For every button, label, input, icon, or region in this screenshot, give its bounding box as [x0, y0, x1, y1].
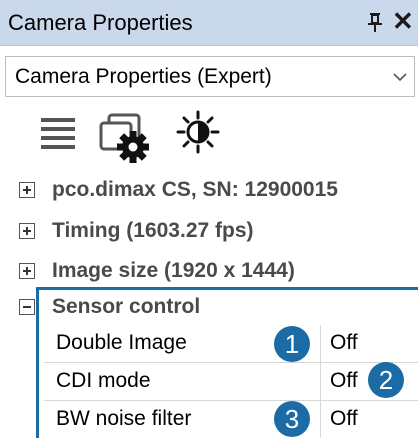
property-row-cdi-mode[interactable]: CDI mode Off	[44, 363, 418, 401]
property-row-double-image[interactable]: Double Image Off	[44, 325, 418, 363]
property-value[interactable]: Off	[330, 369, 358, 393]
tree-group-timing[interactable]: Timing (1603.27 fps)	[0, 214, 418, 248]
property-name: Double Image	[56, 331, 187, 354]
expand-icon[interactable]	[19, 223, 35, 239]
properties-view-value: Camera Properties (Expert)	[15, 65, 272, 88]
expand-icon[interactable]	[19, 263, 35, 279]
tree-group-label: pco.dimax CS, SN: 12900015	[52, 178, 338, 201]
pin-icon[interactable]	[366, 11, 384, 33]
camera-settings-icon[interactable]	[97, 111, 153, 163]
callout-badge-2: 2	[368, 362, 404, 398]
panel-title: Camera Properties	[8, 10, 193, 35]
collapse-icon[interactable]	[19, 299, 35, 315]
tree-group-label: Image size (1920 x 1444)	[52, 259, 295, 282]
property-name: CDI mode	[56, 369, 151, 392]
callout-badge-1: 1	[274, 326, 310, 362]
tree-group-camera[interactable]: pco.dimax CS, SN: 12900015	[0, 173, 418, 207]
close-icon[interactable]: ✕	[392, 6, 414, 36]
expand-icon[interactable]	[19, 182, 35, 198]
callout-badge-3: 3	[274, 401, 310, 437]
chevron-down-icon	[393, 73, 407, 82]
property-value[interactable]: Off	[330, 331, 358, 355]
column-divider	[320, 363, 321, 401]
tree-group-image-size[interactable]: Image size (1920 x 1444)	[0, 254, 418, 288]
column-divider	[320, 401, 321, 438]
property-name: BW noise filter	[56, 407, 192, 430]
property-row-bw-noise-filter[interactable]: BW noise filter Off	[44, 401, 418, 438]
brightness-icon[interactable]	[176, 110, 220, 154]
tree-group-label: Timing (1603.27 fps)	[52, 219, 254, 242]
panel-titlebar: Camera Properties ✕	[0, 0, 418, 46]
column-divider	[320, 325, 321, 363]
properties-view-select[interactable]: Camera Properties (Expert)	[5, 56, 415, 97]
list-icon[interactable]	[41, 114, 75, 154]
property-value[interactable]: Off	[330, 407, 358, 431]
